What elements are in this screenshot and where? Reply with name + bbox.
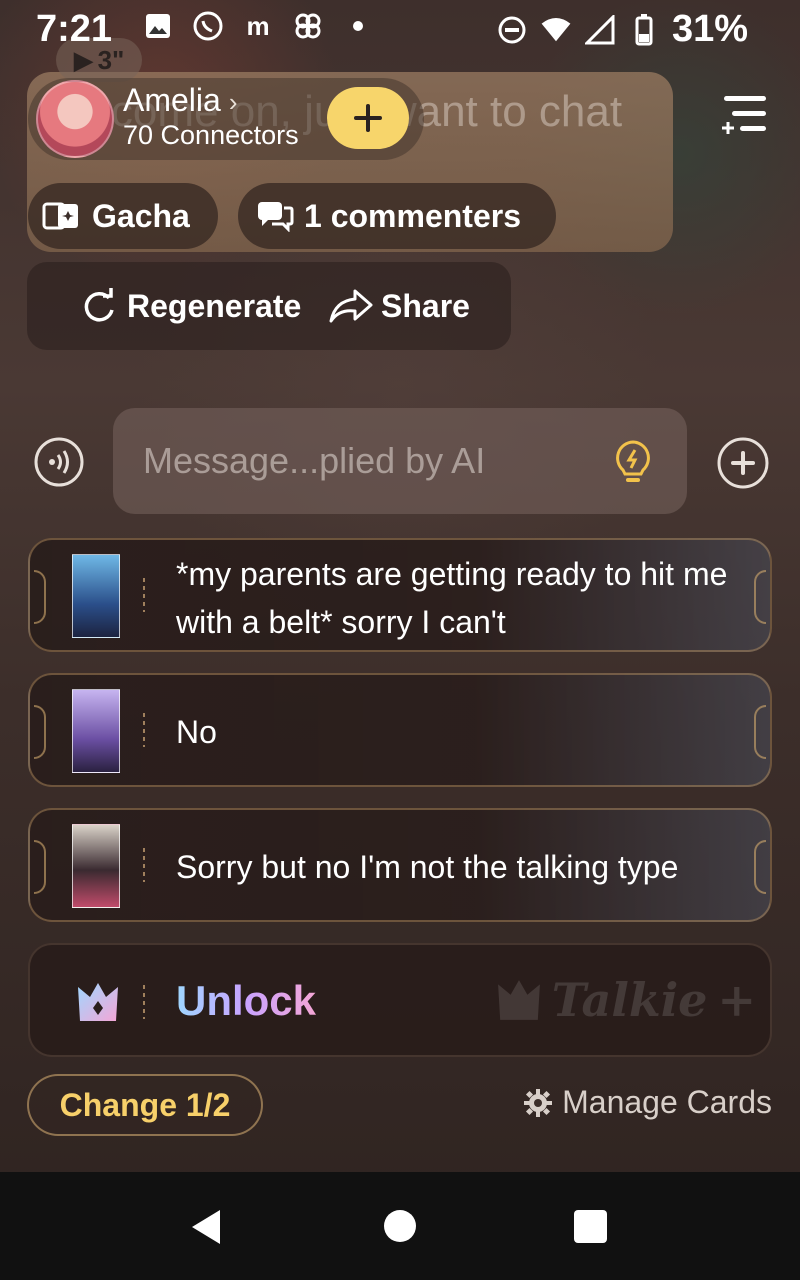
unlock-card[interactable]: Unlock Talkie + xyxy=(28,943,772,1057)
notification-icons: m xyxy=(142,10,374,42)
crown-icon xyxy=(78,983,118,1021)
reply-card-2[interactable]: No xyxy=(28,673,772,787)
plus-circle-icon xyxy=(717,437,769,489)
unlock-label: Unlock xyxy=(176,977,317,1024)
chevron-right-icon: › xyxy=(228,87,238,117)
card-right-ornament xyxy=(754,570,766,624)
plus-icon xyxy=(354,104,382,132)
card-divider xyxy=(143,848,145,882)
status-time: 7:21 xyxy=(36,8,113,50)
reply-card-3[interactable]: Sorry but no I'm not the talking type xyxy=(28,808,772,922)
dnd-icon xyxy=(496,14,528,46)
message-input[interactable] xyxy=(141,439,585,483)
mzone-icon: m xyxy=(246,10,270,41)
back-icon[interactable] xyxy=(188,1208,224,1246)
image-icon xyxy=(142,10,174,42)
dot-icon xyxy=(342,10,374,42)
card-thumbnail xyxy=(72,554,120,638)
card-left-ornament xyxy=(34,840,46,894)
card-left-ornament xyxy=(34,705,46,759)
card-thumbnail xyxy=(72,824,120,908)
whatsapp-icon xyxy=(192,10,224,42)
card-left-ornament xyxy=(34,570,46,624)
voice-icon xyxy=(34,437,84,487)
card-divider xyxy=(143,713,145,747)
message-box xyxy=(113,408,687,514)
avatar[interactable] xyxy=(36,80,114,158)
action-bar: Regenerate Share xyxy=(27,262,511,350)
comments-icon xyxy=(256,200,294,232)
recent-apps-icon[interactable] xyxy=(574,1210,607,1243)
signal-icon xyxy=(584,14,616,46)
home-icon[interactable] xyxy=(384,1210,416,1242)
reply-card-1[interactable]: *my parents are getting ready to hit me … xyxy=(28,538,772,652)
change-cards-button[interactable]: Change 1/2 xyxy=(27,1074,263,1136)
connectors-count: 70 Connectors xyxy=(123,120,299,150)
character-name[interactable]: Amelia › xyxy=(123,82,237,119)
add-attachment-button[interactable] xyxy=(716,436,770,490)
reply-text: *my parents are getting ready to hit me … xyxy=(176,556,728,640)
gear-icon xyxy=(524,1088,553,1117)
card-right-ornament xyxy=(754,840,766,894)
battery-icon xyxy=(628,13,660,46)
share-icon xyxy=(329,289,373,323)
pinwheel-icon xyxy=(292,10,324,42)
card-divider xyxy=(143,578,145,612)
reply-text: No xyxy=(176,714,217,750)
cards-icon xyxy=(42,200,82,232)
system-icons: 31% xyxy=(496,8,748,51)
wifi-icon xyxy=(540,14,572,46)
card-right-ornament xyxy=(754,705,766,759)
manage-cards-button[interactable]: Manage Cards xyxy=(524,1084,772,1121)
battery-percent: 31% xyxy=(671,8,748,50)
talkie-watermark: Talkie + xyxy=(496,973,756,1027)
share-button[interactable]: Share xyxy=(329,287,470,325)
lightbulb-icon[interactable] xyxy=(611,438,655,486)
commenters-button[interactable]: 1 commenters xyxy=(238,183,556,249)
voice-call-button[interactable] xyxy=(33,436,85,488)
crown-watermark-icon xyxy=(497,980,540,1020)
follow-add-button[interactable] xyxy=(327,87,409,149)
gacha-button[interactable]: Gacha xyxy=(28,183,218,249)
card-thumbnail xyxy=(72,689,120,773)
status-bar: 7:21 m 31% xyxy=(0,0,800,58)
refresh-icon xyxy=(84,288,114,322)
card-divider xyxy=(143,985,145,1019)
menu-icon[interactable] xyxy=(718,92,770,140)
regenerate-button[interactable]: Regenerate xyxy=(79,286,301,326)
reply-text: Sorry but no I'm not the talking type xyxy=(176,849,679,885)
